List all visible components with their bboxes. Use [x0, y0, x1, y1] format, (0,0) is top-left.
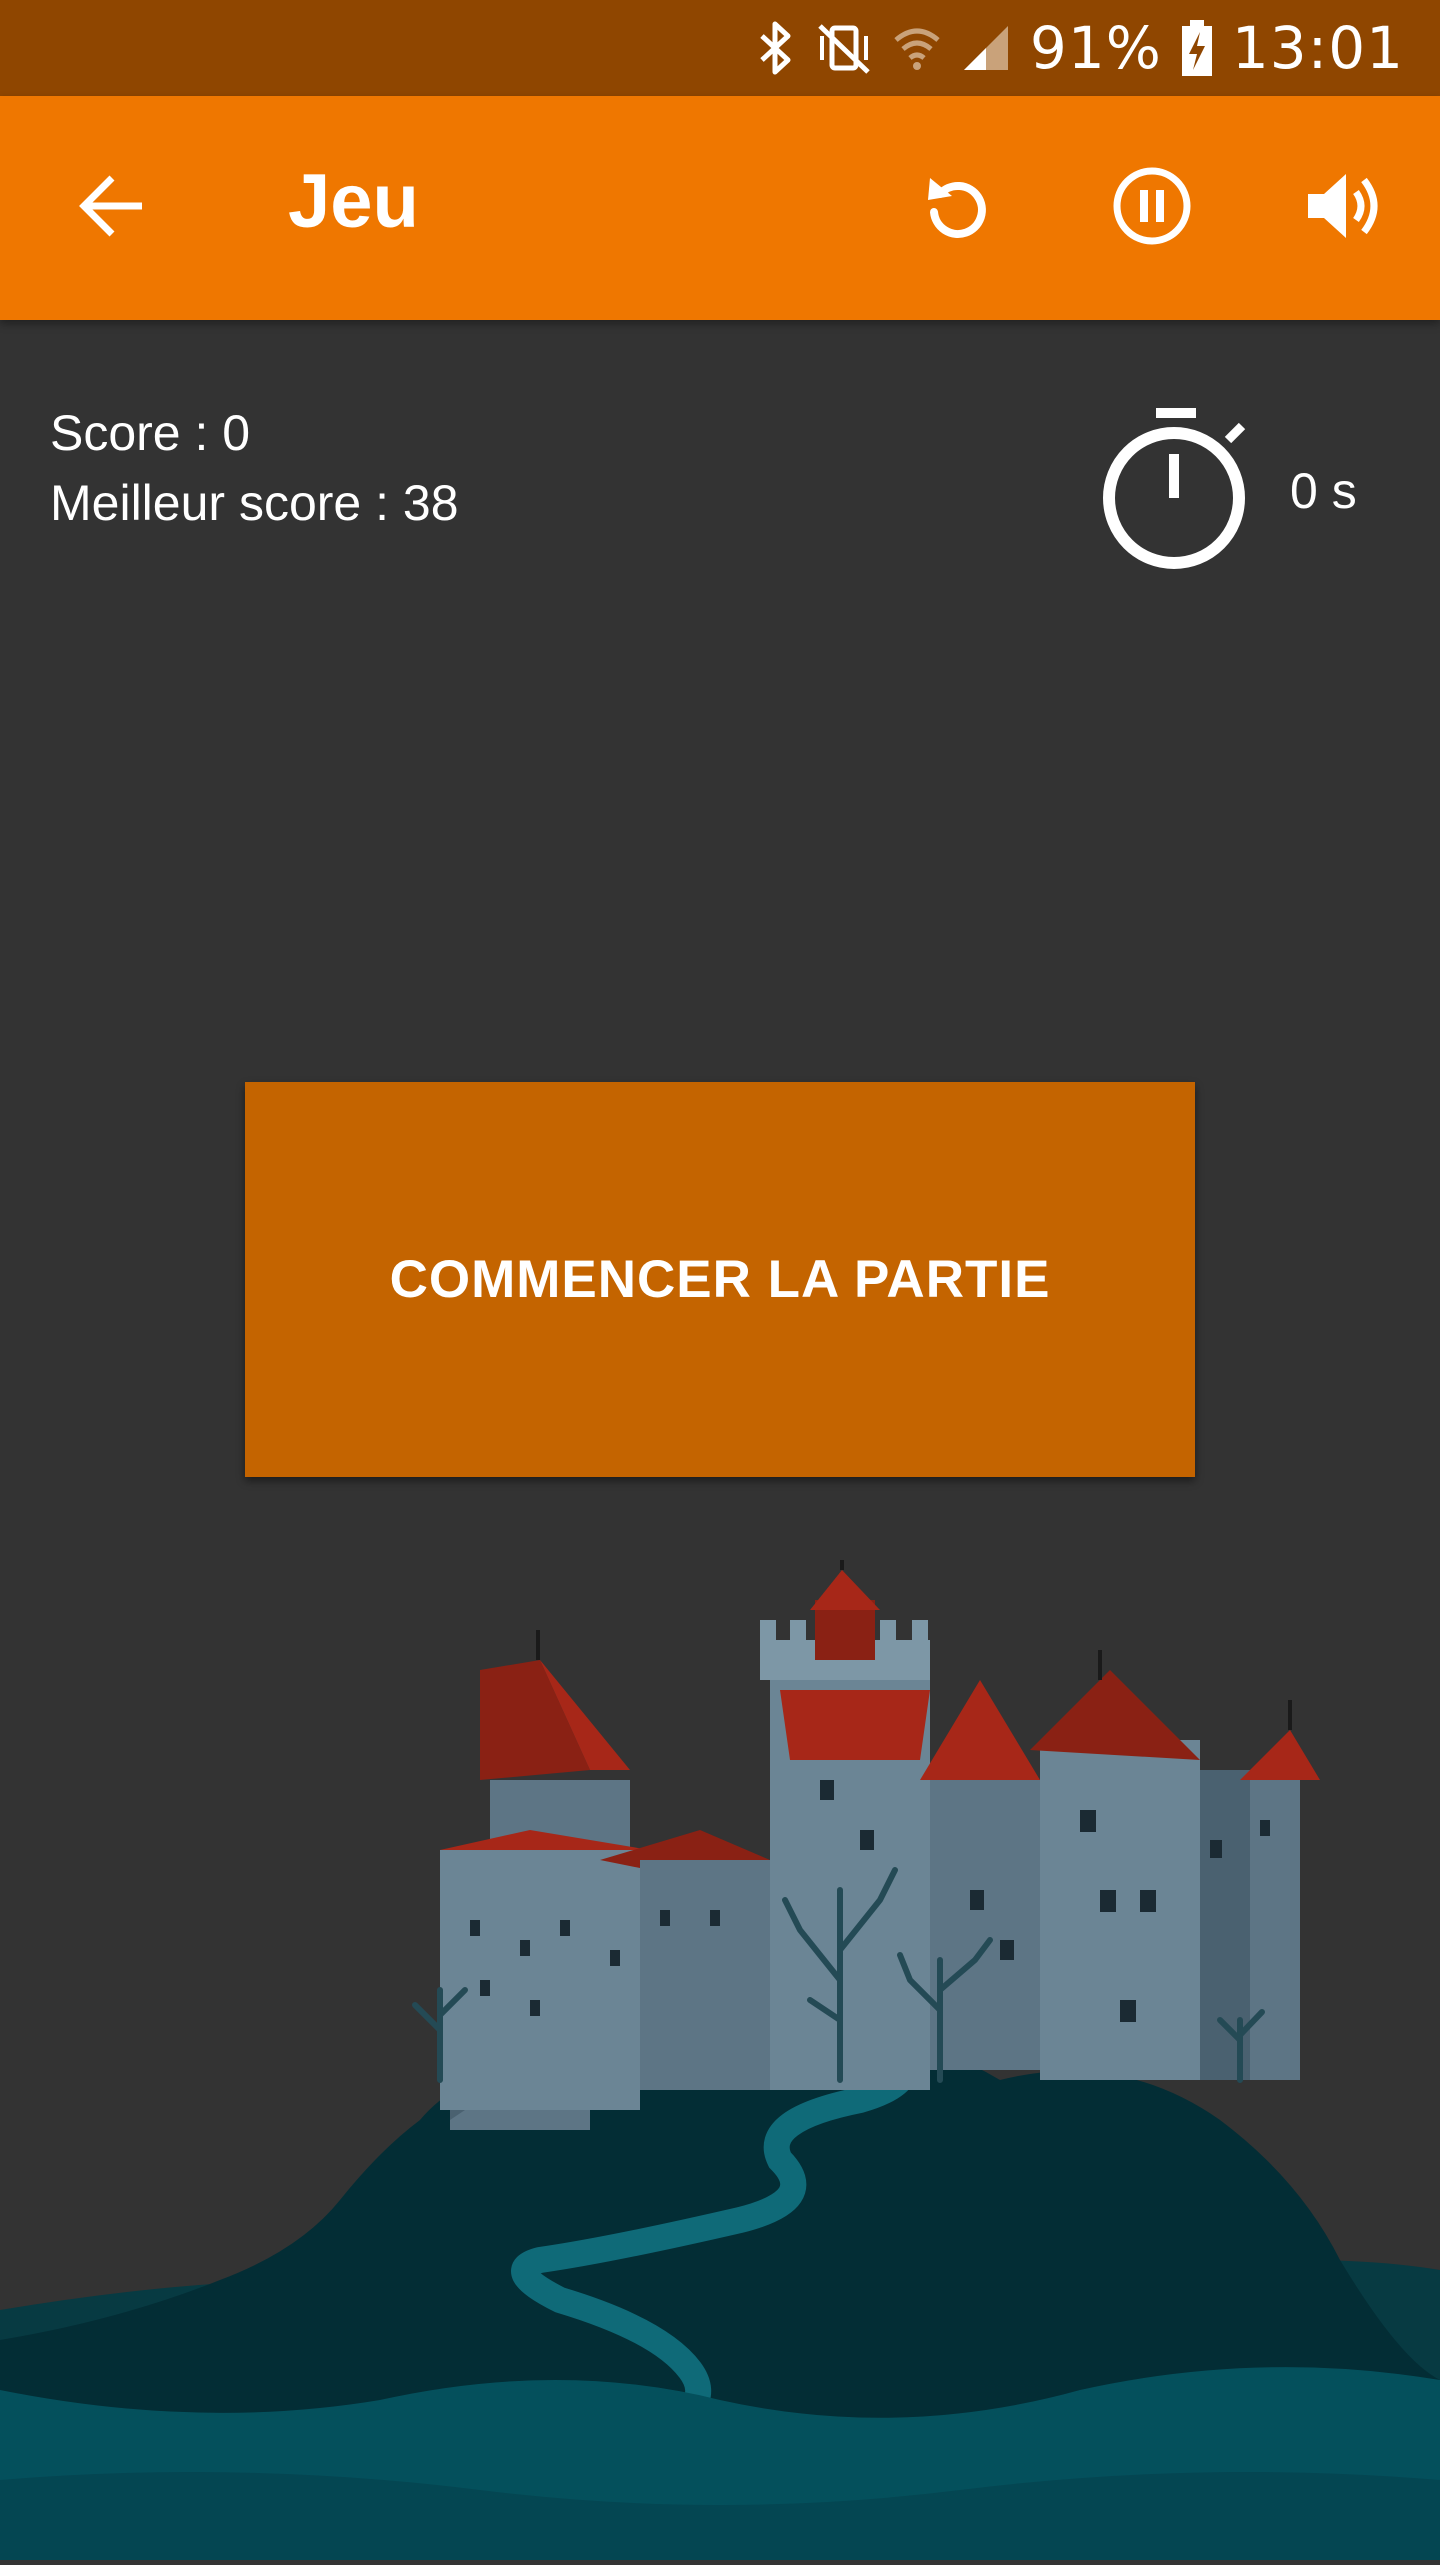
bluetooth-icon [756, 20, 796, 76]
clock: 13:01 [1231, 14, 1404, 82]
best-score: Meilleur score : 38 [50, 475, 459, 531]
current-score: Score : 0 [50, 405, 251, 461]
page-title: Jeu [288, 159, 419, 244]
app-bar: Jeu [0, 96, 1440, 320]
score-panel: Score : 0 Meilleur score : 38 [50, 398, 459, 538]
wifi-icon [892, 20, 942, 76]
stopwatch-icon [1100, 402, 1252, 582]
vibrate-icon [814, 20, 874, 76]
replay-icon [918, 166, 998, 251]
arrow-back-icon [76, 170, 148, 247]
volume-button[interactable] [1296, 160, 1392, 256]
back-button[interactable] [64, 160, 160, 256]
status-bar: 91% 13:01 [0, 0, 1440, 96]
battery-charging-icon [1180, 18, 1214, 78]
signal-icon [960, 20, 1012, 76]
pause-icon [1111, 165, 1193, 252]
volume-icon [1302, 166, 1386, 251]
battery-percent: 91% [1029, 14, 1162, 82]
replay-button[interactable] [910, 160, 1006, 256]
timer-value: 0 s [1290, 463, 1357, 519]
pause-button[interactable] [1104, 160, 1200, 256]
castle-illustration [0, 1540, 1440, 2560]
start-game-button[interactable]: COMMENCER LA PARTIE [245, 1082, 1195, 1477]
